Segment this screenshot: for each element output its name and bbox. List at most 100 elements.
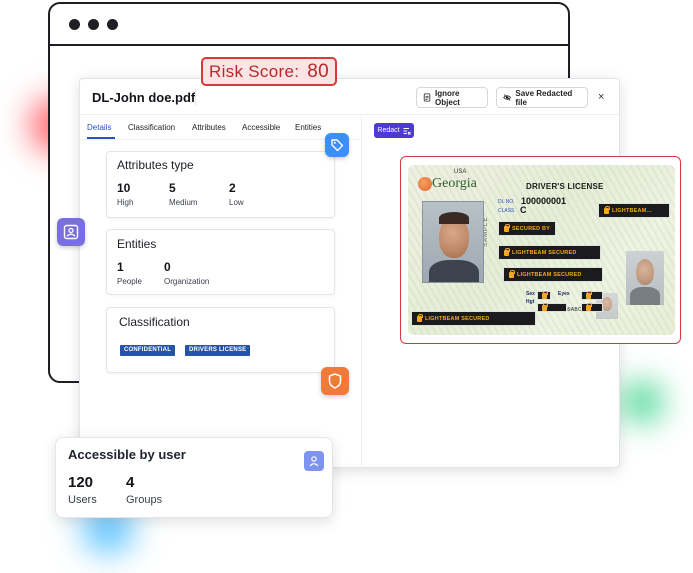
license-title: DRIVER'S LICENSE — [526, 182, 604, 191]
entities-card: Entities 1 People 0 Organization — [106, 229, 335, 295]
high-label: High — [117, 198, 134, 207]
redaction-box[interactable]: LIGHTBEAM SECURED — [411, 311, 536, 326]
people-count: 1 — [117, 260, 124, 274]
lock-icon — [504, 223, 510, 232]
drivers-license-image: USA Georgia DRIVER'S LICENSE DL NO. 1000… — [408, 165, 675, 335]
redaction-box[interactable] — [581, 302, 603, 312]
browser-title-bar — [50, 4, 568, 46]
tab-attributes[interactable]: Attributes — [192, 123, 226, 132]
tab-classification[interactable]: Classification — [128, 123, 175, 132]
classification-card-title: Classification — [119, 315, 190, 329]
green-glow — [612, 372, 672, 432]
attributes-card-title: Attributes type — [117, 158, 194, 172]
license-preview-frame: USA Georgia DRIVER'S LICENSE DL NO. 1000… — [400, 156, 681, 344]
accessible-by-user-card: Accessible by user 120 Users 4 Groups — [55, 437, 333, 518]
photo-shirt — [429, 260, 479, 282]
ghost-face — [636, 259, 654, 285]
user-icon — [304, 451, 324, 471]
peach-logo-icon — [418, 177, 432, 191]
eyes-label: Eyes — [558, 291, 570, 297]
redaction-box[interactable]: LIGHTBEAM SECURED — [498, 245, 601, 260]
active-tab-indicator — [87, 137, 115, 139]
class-value: C — [520, 205, 527, 215]
risk-score-label: Risk Score: — [209, 61, 300, 81]
confidential-badge: CONFIDENTIAL — [120, 345, 176, 356]
tab-accessible[interactable]: Accessible — [242, 123, 280, 132]
lock-icon — [542, 302, 548, 311]
high-count: 10 — [117, 181, 131, 195]
class-label: CLASS — [498, 208, 515, 214]
tab-details[interactable]: Details — [87, 123, 111, 132]
users-label: Users — [68, 494, 97, 506]
ghost-shirt — [630, 287, 660, 305]
redaction-label: LIGHTBEAM SECURED — [512, 249, 577, 256]
lock-icon — [604, 205, 610, 214]
details-tabs: Details Classification Attributes Access… — [80, 116, 360, 140]
window-dot-icon — [107, 18, 118, 30]
photo-hair — [439, 212, 469, 224]
dl-number: 100000001 — [521, 196, 567, 206]
drivers-license-badge: DRIVERS LICENSE — [185, 345, 251, 356]
redact-button[interactable]: Redact — [374, 123, 414, 138]
tab-entities[interactable]: Entities — [295, 123, 321, 132]
lock-icon — [586, 290, 592, 299]
document-icon — [423, 93, 431, 102]
document-details-window: DL-John doe.pdf Ignore Object Save Redac… — [79, 78, 681, 468]
redaction-label: LIGHTBEAM SECURED — [425, 315, 490, 322]
classification-card: Classification CONFIDENTIAL DRIVERS LICE… — [106, 307, 335, 373]
mini-face — [602, 297, 612, 311]
users-count: 120 — [68, 474, 94, 491]
attributes-type-card: Attributes type 10 High 5 Medium 2 Low — [106, 151, 335, 218]
groups-label: Groups — [126, 494, 163, 506]
shield-icon[interactable] — [321, 367, 349, 395]
eye-off-icon — [503, 94, 512, 101]
lock-icon — [586, 302, 592, 311]
organization-count: 0 — [164, 260, 171, 274]
license-country: USA — [454, 169, 467, 175]
redaction-label: SECURED BY — [512, 225, 551, 232]
panel-divider — [361, 116, 362, 468]
dl-number-label: DL NO. — [498, 199, 515, 205]
accessible-card-title: Accessible by user — [68, 447, 186, 462]
redact-list-icon — [403, 127, 411, 135]
groups-count: 4 — [126, 474, 135, 491]
document-title: DL-John doe.pdf — [92, 90, 196, 105]
save-redacted-file-label: Save Redacted file — [515, 88, 573, 107]
redaction-box[interactable]: SECURED BY — [498, 221, 556, 236]
license-state: Georgia — [432, 176, 477, 191]
risk-score-badge: Risk Score: 80 — [201, 57, 337, 86]
lock-icon — [504, 247, 510, 256]
license-photo — [422, 201, 484, 283]
entities-card-title: Entities — [117, 237, 157, 251]
low-count: 2 — [229, 181, 236, 195]
ignore-object-label: Ignore Object — [435, 88, 460, 107]
ignore-object-button[interactable]: Ignore Object — [416, 87, 488, 108]
organization-label: Organization — [164, 277, 210, 286]
risk-score-value: 80 — [307, 60, 329, 82]
lock-icon — [417, 313, 423, 322]
redaction-box[interactable] — [537, 290, 551, 300]
low-label: Low — [229, 198, 244, 207]
close-icon[interactable]: × — [598, 91, 604, 103]
save-redacted-file-button[interactable]: Save Redacted file — [496, 87, 588, 108]
title-divider — [195, 88, 196, 106]
redaction-box[interactable]: LIGHTBEAM SECURED — [503, 267, 603, 282]
license-ghost-photo — [626, 251, 664, 305]
window-header: DL-John doe.pdf Ignore Object Save Redac… — [80, 79, 619, 115]
id-card-icon[interactable] — [57, 218, 85, 246]
redaction-box[interactable]: LIGHTBEAM... — [598, 203, 670, 218]
height-label: Hgt — [526, 299, 535, 305]
medium-label: Medium — [169, 198, 198, 207]
redaction-box[interactable] — [581, 290, 603, 300]
window-dot-icon — [69, 18, 80, 30]
redaction-label: LIGHTBEAM... — [612, 207, 652, 214]
people-label: People — [117, 277, 142, 286]
lock-icon — [509, 269, 515, 278]
lock-icon — [542, 290, 548, 299]
redaction-box[interactable] — [537, 302, 567, 312]
window-dot-icon — [88, 18, 99, 30]
redaction-label: LIGHTBEAM SECURED — [517, 271, 582, 278]
tag-icon[interactable] — [325, 133, 349, 157]
redact-label: Redact — [377, 127, 400, 134]
medium-count: 5 — [169, 181, 176, 195]
